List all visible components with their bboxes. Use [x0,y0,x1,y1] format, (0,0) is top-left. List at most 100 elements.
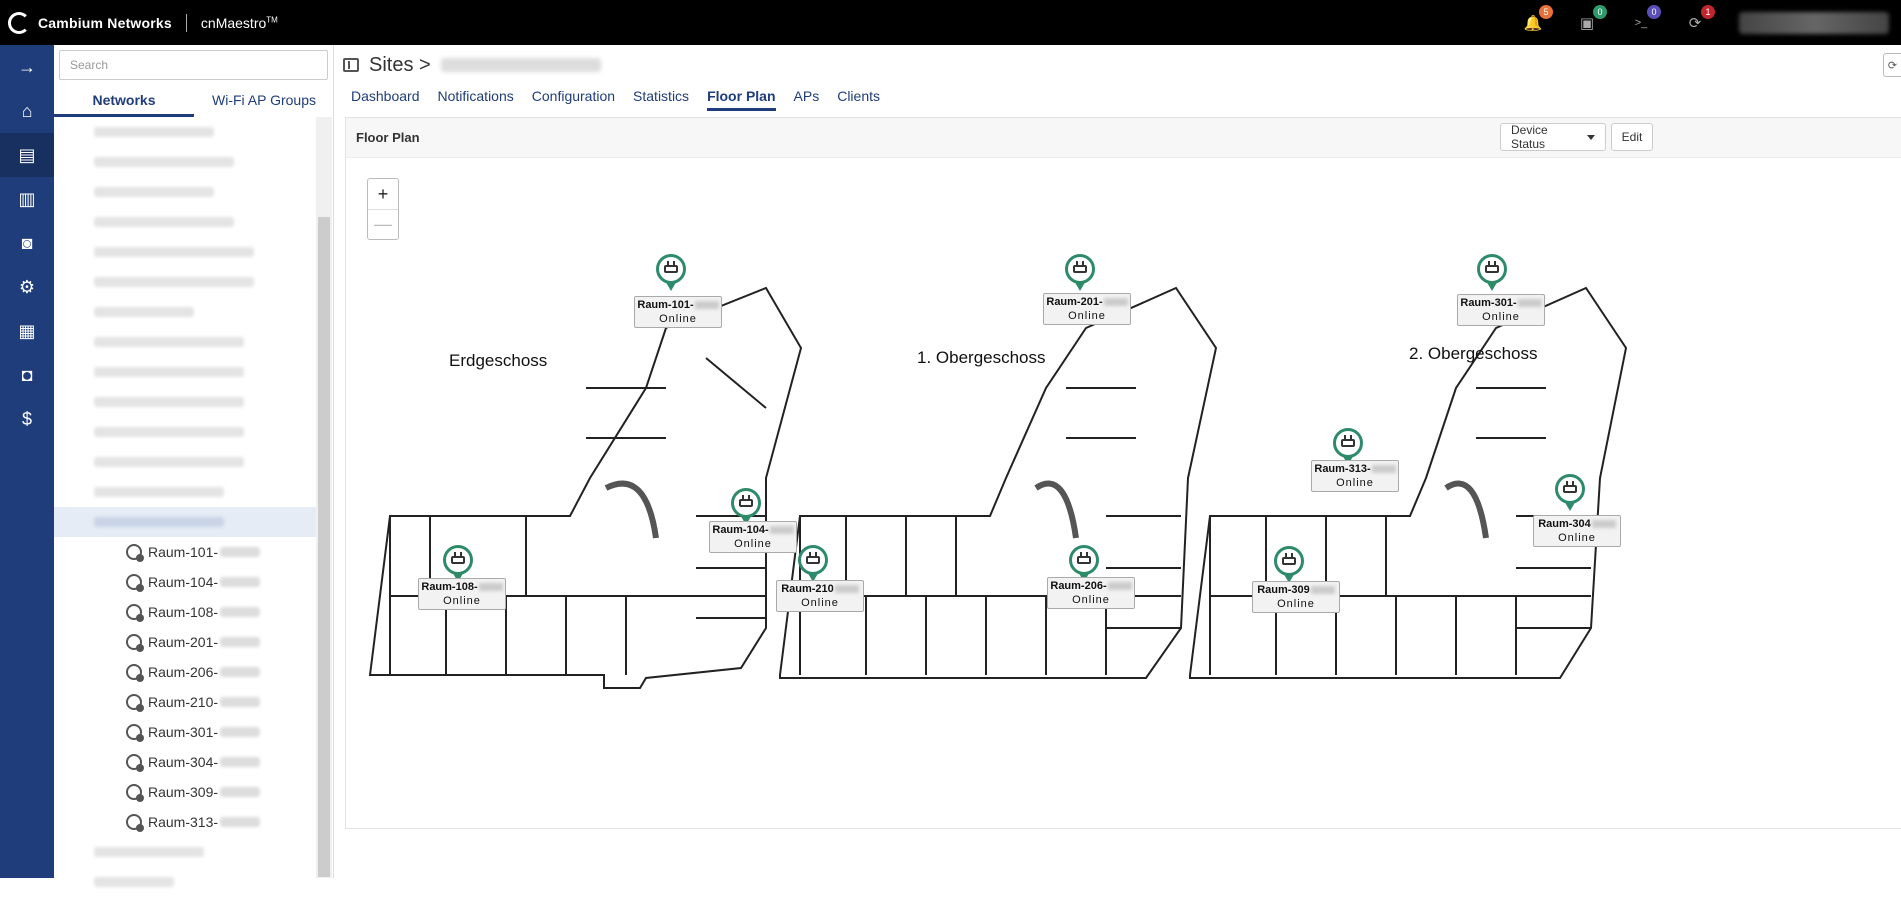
ap-marker[interactable] [1273,546,1305,586]
tree-ap-item[interactable]: Raum-210- [54,687,316,717]
tree-item[interactable] [54,477,316,507]
tab-floor-plan[interactable]: Floor Plan [707,85,776,111]
brand[interactable]: Cambium Networks cnMaestroTM [0,0,278,45]
ap-label[interactable]: Raum-304 Online [1533,515,1621,547]
search-input[interactable]: Search [59,50,328,80]
ap-label[interactable]: Raum-104- Online [709,521,797,553]
tree-item[interactable] [54,297,316,327]
edit-button[interactable]: Edit [1611,123,1653,151]
ap-label[interactable]: Raum-313- Online [1311,460,1399,492]
document-icon[interactable]: ▥ [0,177,54,221]
product-name: cnMaestroTM [200,14,278,31]
sync-icon[interactable]: ⟳ 1 [1685,4,1715,32]
card-title: Floor Plan [356,130,420,145]
floor-label-2-obergeschoss: 2. Obergeschoss [1409,344,1538,363]
ap-marker[interactable] [1064,254,1096,294]
tree-ap-item[interactable]: Raum-313- [54,807,316,837]
floor-label-erdgeschoss: Erdgeschoss [449,351,548,370]
tree-ap-item[interactable]: Raum-108- [54,597,316,627]
access-point-icon [126,634,144,652]
access-point-icon [1077,552,1091,564]
device-status-dropdown[interactable]: Device Status [1500,123,1606,151]
tree-item[interactable] [54,267,316,297]
floor-plan-canvas[interactable] [346,158,1901,828]
tree-item[interactable] [54,867,316,897]
expand-arrow-icon[interactable]: → [0,45,54,89]
ap-label[interactable]: Raum-201- Online [1043,293,1131,325]
tab-networks[interactable]: Networks [54,87,194,117]
tree-item[interactable] [54,117,316,147]
access-point-icon [126,604,144,622]
tree-ap-item[interactable]: Raum-201- [54,627,316,657]
tab-clients[interactable]: Clients [837,85,880,111]
site-tabs: Dashboard Notifications Configuration St… [351,85,898,111]
access-point-icon [126,694,144,712]
collapse-panel-icon[interactable] [343,58,359,72]
tree-item[interactable] [54,417,316,447]
terminal-badge: 0 [1647,4,1661,19]
tree-item[interactable] [54,447,316,477]
ap-label[interactable]: Raum-210 Online [776,580,864,612]
tree-item[interactable] [54,207,316,237]
tree-item[interactable] [54,177,316,207]
ap-label[interactable]: Raum-108- Online [418,578,506,610]
tree-item[interactable] [54,327,316,357]
tree-item-selected[interactable] [54,507,316,537]
bell-icon[interactable]: 🔔 5 [1523,4,1553,32]
apps-icon[interactable]: ▦ [0,309,54,353]
tree-scrollbar[interactable] [316,117,332,878]
access-point-icon [126,754,144,772]
cambium-logo-icon [8,11,30,34]
refresh-icon[interactable]: ⟳ [1883,53,1901,77]
tab-wifi-ap-groups[interactable]: Wi-Fi AP Groups [194,87,334,117]
access-point-icon [1341,435,1355,447]
chevron-down-icon [1587,134,1595,140]
access-point-icon [664,261,678,273]
user-menu[interactable] [1739,11,1889,34]
monitor-icon[interactable]: ▤ [0,133,54,177]
camera-icon[interactable]: ▣ 0 [1577,4,1607,32]
camera-nav-icon[interactable]: ◙ [0,221,54,265]
settings-icon[interactable]: ⚙ [0,265,54,309]
ap-label[interactable]: Raum-301- Online [1457,294,1545,326]
ap-label[interactable]: Raum-101- Online [634,296,722,328]
tree-item[interactable] [54,147,316,177]
access-point-icon [1485,261,1499,273]
tree-item[interactable] [54,357,316,387]
tree-item[interactable] [54,387,316,417]
ap-marker[interactable] [1554,474,1586,514]
tab-statistics[interactable]: Statistics [633,85,689,111]
zoom-out-button[interactable]: — [368,209,398,239]
ap-marker[interactable] [797,545,829,585]
tree-ap-item[interactable]: Raum-206- [54,657,316,687]
access-point-icon [126,814,144,832]
zoom-in-button[interactable]: + [368,179,398,209]
top-bar: Cambium Networks cnMaestroTM 🔔 5 ▣ 0 >_ 0 ⟳… [0,0,1901,45]
access-point-icon [126,724,144,742]
ap-marker[interactable] [655,254,687,294]
tab-configuration[interactable]: Configuration [532,85,615,111]
camera-badge: 0 [1593,4,1607,19]
ap-label[interactable]: Raum-206- Online [1047,577,1135,609]
access-point-icon [126,784,144,802]
access-point-icon [126,664,144,682]
tree-item[interactable] [54,837,316,867]
scrollbar-thumb[interactable] [318,217,330,877]
tree-ap-item[interactable]: Raum-104- [54,567,316,597]
tree-ap-item[interactable]: Raum-101- [54,537,316,567]
ap-label[interactable]: Raum-309 Online [1252,581,1340,613]
home-icon[interactable]: ⌂ [0,89,54,133]
tab-dashboard[interactable]: Dashboard [351,85,420,111]
terminal-icon[interactable]: >_ 0 [1631,4,1661,32]
ap-marker[interactable] [1476,254,1508,294]
license-icon[interactable]: $ [0,397,54,441]
tree-ap-item[interactable]: Raum-301- [54,717,316,747]
tree-ap-item[interactable]: Raum-309- [54,777,316,807]
tree-item[interactable] [54,237,316,267]
tree-panel: Search Networks Wi-Fi AP Groups Raum-101… [54,45,334,887]
tab-aps[interactable]: APs [794,85,820,111]
admin-icon[interactable]: ◘ [0,353,54,397]
tab-notifications[interactable]: Notifications [438,85,514,111]
tree-ap-item[interactable]: Raum-304- [54,747,316,777]
access-point-icon [1282,553,1296,565]
